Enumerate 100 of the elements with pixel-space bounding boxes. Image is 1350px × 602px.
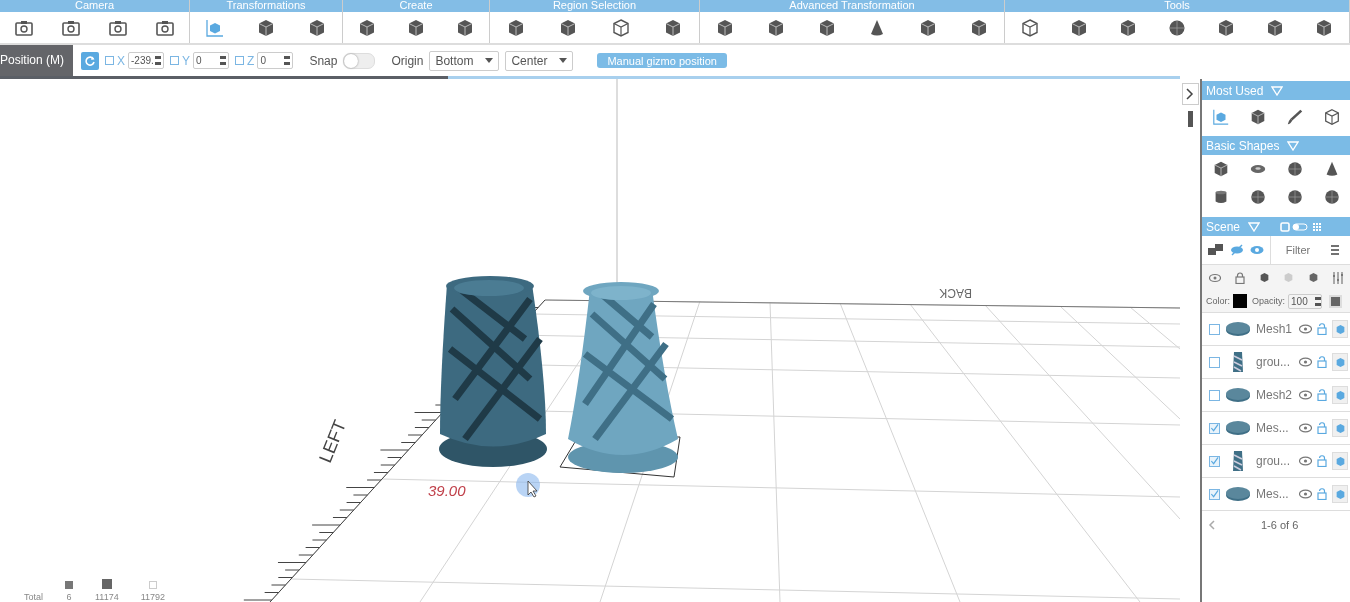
stat-value: 6	[66, 592, 72, 602]
opacity-input[interactable]: 100	[1288, 293, 1323, 309]
scene-item[interactable]: Mes...	[1202, 478, 1350, 511]
axis-input[interactable]: 0	[257, 52, 294, 69]
disc-thumbnail-icon	[1225, 486, 1251, 502]
item-name: grou...	[1256, 355, 1292, 369]
ribbon-group-title: Camera	[0, 0, 189, 12]
color-label: Color:	[1206, 296, 1230, 306]
unlocked-lock-icon[interactable]	[1317, 488, 1327, 500]
item-checkbox[interactable]	[1209, 323, 1220, 335]
eye-icon[interactable]	[1299, 489, 1312, 499]
objects-icon[interactable]	[1208, 244, 1224, 256]
eye-icon[interactable]	[1250, 245, 1264, 255]
move-tool-button[interactable]	[205, 17, 226, 38]
cube-icon[interactable]	[1308, 272, 1320, 283]
section-title: Most Used	[1206, 83, 1264, 98]
axis-label: X	[117, 53, 125, 68]
reset-button[interactable]	[81, 51, 99, 70]
eye-icon[interactable]	[1299, 390, 1312, 400]
opacity-label: Opacity:	[1252, 296, 1286, 306]
cube-outline-tool-button[interactable]	[610, 17, 631, 38]
dimension-label: 39.00	[428, 482, 466, 499]
section-title: Scene	[1206, 219, 1241, 234]
eye-icon[interactable]	[1299, 357, 1312, 367]
scene-item[interactable]: grou...	[1202, 346, 1350, 379]
item-checkbox[interactable]	[1209, 422, 1220, 434]
axis-checkbox[interactable]	[105, 56, 114, 65]
menu-icon[interactable]	[1331, 245, 1339, 255]
eye-icon[interactable]	[1208, 272, 1221, 283]
collapse-panel-button[interactable]	[1181, 83, 1199, 105]
stop-button[interactable]	[1329, 294, 1343, 308]
axis-input[interactable]: 0	[193, 52, 230, 69]
axis-label: Y	[182, 53, 191, 68]
cube-icon	[1334, 422, 1346, 434]
section-title: Basic Shapes	[1206, 138, 1280, 153]
dropdown-icon	[1248, 221, 1261, 232]
origin-select[interactable]: Bottom	[429, 50, 500, 71]
brush-tool-button[interactable]	[1285, 108, 1304, 126]
ribbon-group-title: Transformations	[190, 0, 342, 12]
unlocked-lock-icon[interactable]	[1317, 455, 1327, 467]
cube-icon[interactable]	[1258, 272, 1270, 283]
sliders-icon[interactable]	[1333, 271, 1344, 284]
cube-outline-tool-button[interactable]	[1322, 108, 1341, 126]
scene-item[interactable]: Mesh1	[1202, 313, 1350, 346]
unlocked-lock-icon[interactable]	[1317, 422, 1327, 434]
sphere-tool-button[interactable]	[1285, 188, 1304, 206]
axis-label: BACK	[939, 286, 972, 300]
item-name: Mes...	[1256, 421, 1290, 435]
sphere-tool-button[interactable]	[1322, 188, 1341, 206]
unlocked-lock-icon[interactable]	[1317, 389, 1327, 401]
cube-tool-button[interactable]	[1248, 108, 1267, 126]
scene-item[interactable]: grou...	[1202, 445, 1350, 478]
scene-item[interactable]: Mesh2	[1202, 379, 1350, 412]
origin-select[interactable]: Center	[505, 50, 574, 71]
origin-label: Origin	[391, 53, 424, 68]
axis-input[interactable]: -239.	[128, 52, 164, 69]
stat-value: 11792	[140, 592, 166, 602]
eye-icon[interactable]	[1299, 423, 1312, 433]
eye-icon[interactable]	[1299, 324, 1312, 334]
item-name: Mesh2	[1256, 388, 1294, 402]
scene-item[interactable]: Mes...	[1202, 412, 1350, 445]
axis-checkbox[interactable]	[170, 56, 179, 65]
mode-tab[interactable]: Position (M)	[0, 45, 73, 76]
axis-checkbox[interactable]	[235, 56, 245, 65]
unlocked-lock-icon[interactable]	[1317, 356, 1327, 368]
cube-tool-button[interactable]	[1211, 160, 1230, 178]
item-checkbox[interactable]	[1209, 488, 1220, 500]
cube-icon	[1334, 455, 1346, 467]
disc-thumbnail-icon	[1225, 420, 1251, 436]
item-checkbox[interactable]	[1209, 356, 1220, 368]
hidden-eye-icon[interactable]	[1230, 244, 1244, 256]
axis-label: LEFT	[315, 417, 351, 466]
item-name: Mesh1	[1256, 322, 1294, 336]
snap-toggle[interactable]	[343, 52, 376, 69]
stat-square-icon	[148, 581, 157, 589]
cube-icon	[1334, 356, 1346, 368]
cube-icon	[1334, 488, 1346, 500]
cube-outline-tool-button[interactable]	[1019, 17, 1040, 38]
sphere-tool-button[interactable]	[1248, 188, 1267, 206]
cube-tool-button[interactable]	[256, 17, 276, 38]
sphere-tool-button[interactable]	[1285, 160, 1304, 178]
cube-tool-button[interactable]	[406, 17, 426, 38]
move-tool-button[interactable]	[1211, 108, 1230, 126]
stat-square-icon	[65, 581, 73, 589]
item-checkbox[interactable]	[1209, 455, 1220, 467]
lock-icon[interactable]	[1234, 271, 1245, 284]
cube-icon	[1334, 323, 1346, 335]
ribbon-group-title: Tools	[1005, 0, 1349, 12]
unlocked-lock-icon[interactable]	[1317, 323, 1327, 335]
item-name: grou...	[1256, 454, 1292, 468]
scrollbar-handle[interactable]	[1187, 111, 1193, 127]
eye-icon[interactable]	[1299, 456, 1312, 466]
disc-thumbnail-icon	[1225, 387, 1251, 403]
stats-label: Total	[24, 592, 43, 602]
caret-icon	[559, 58, 568, 63]
cube-icon	[1334, 389, 1346, 401]
item-checkbox[interactable]	[1209, 389, 1220, 401]
cube-tool-button[interactable]	[766, 17, 786, 38]
disc-thumbnail-icon	[1225, 321, 1251, 337]
color-swatch[interactable]	[1233, 294, 1247, 308]
